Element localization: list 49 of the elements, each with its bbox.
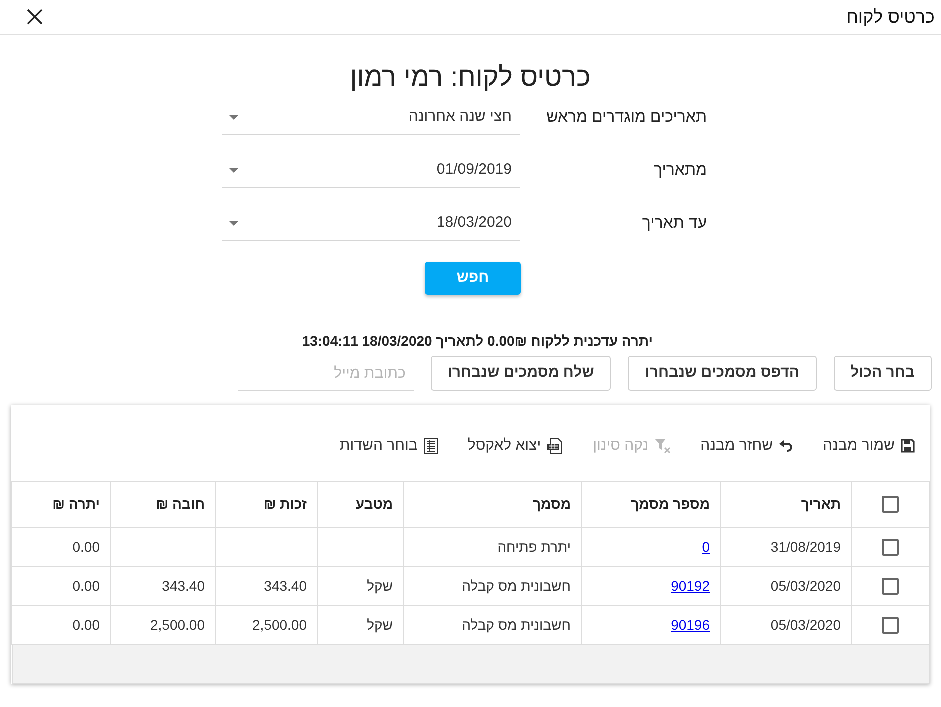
- column-header[interactable]: תאריך: [720, 482, 852, 528]
- table-cell: 05/03/2020: [720, 566, 852, 606]
- checkbox[interactable]: [882, 616, 899, 634]
- table-cell: 0.00: [12, 528, 110, 566]
- table-cell: 0.00: [12, 566, 110, 606]
- table-cell: שקל: [318, 566, 404, 606]
- dropdown-field[interactable]: 18/03/2020: [222, 207, 520, 241]
- send-selected-button[interactable]: שלח מסמכים שנבחרו: [430, 356, 612, 391]
- checkbox[interactable]: [882, 496, 899, 513]
- dropdown-field[interactable]: חצי שנה אחרונה: [222, 101, 520, 135]
- checkbox[interactable]: [882, 538, 899, 556]
- column-header[interactable]: מספר מסמך: [582, 482, 720, 528]
- restore-layout-button[interactable]: שחזר מבנה: [700, 432, 794, 460]
- table-cell: 343.40: [110, 566, 216, 606]
- close-icon: [27, 9, 43, 25]
- field-label: תאריכים מוגדרים מראש: [546, 108, 707, 128]
- select-all-button[interactable]: בחר הכול: [834, 356, 932, 391]
- field-label: מתאריך: [654, 161, 707, 181]
- document-link[interactable]: 90196: [671, 616, 710, 632]
- clear-filter-icon: [654, 439, 671, 453]
- export-excel-button[interactable]: יצוא לאקסל: [468, 432, 564, 460]
- print-selected-button[interactable]: הדפס מסמכים שנבחרו: [628, 356, 817, 391]
- save-icon: [901, 439, 915, 453]
- field-chooser-button[interactable]: בוחר השדות: [340, 432, 438, 460]
- spreadsheet-file-icon: [547, 438, 564, 454]
- field-label: עד תאריך: [642, 214, 707, 234]
- save-layout-button[interactable]: שמור מבנה: [823, 432, 915, 460]
- dropdown-field[interactable]: 01/09/2019: [222, 154, 520, 188]
- table-cell: יתרת פתיחה: [404, 528, 582, 566]
- column-header[interactable]: מסמך: [404, 482, 582, 528]
- balance-summary: יתרה עדכנית ללקוח 0.00₪ לתאריך 18/03/2020 13:04:11: [302, 333, 653, 350]
- close-button[interactable]: [26, 8, 44, 26]
- table-cell: 343.40: [216, 566, 318, 606]
- page-heading: כרטיס לקוח: רמי רמון: [350, 61, 591, 94]
- column-header[interactable]: חובה ₪: [110, 482, 216, 528]
- caret-icon: [229, 168, 239, 173]
- document-link[interactable]: 0: [702, 538, 710, 554]
- document-link[interactable]: 90192: [671, 578, 710, 594]
- checkbox[interactable]: [882, 578, 899, 594]
- column-header[interactable]: זכות ₪: [216, 482, 318, 528]
- table-cell: חשבונית מס קבלה: [404, 566, 582, 606]
- caret-icon: [229, 221, 239, 226]
- column-header[interactable]: יתרה ₪: [12, 482, 110, 528]
- caret-icon: [229, 115, 239, 120]
- window-title: כרטיס לקוח: [846, 6, 935, 28]
- document-lines-icon: [424, 438, 438, 454]
- column-header[interactable]: מטבע: [318, 482, 404, 528]
- table-cell: 31/08/2019: [720, 528, 852, 566]
- undo-icon: [779, 440, 794, 452]
